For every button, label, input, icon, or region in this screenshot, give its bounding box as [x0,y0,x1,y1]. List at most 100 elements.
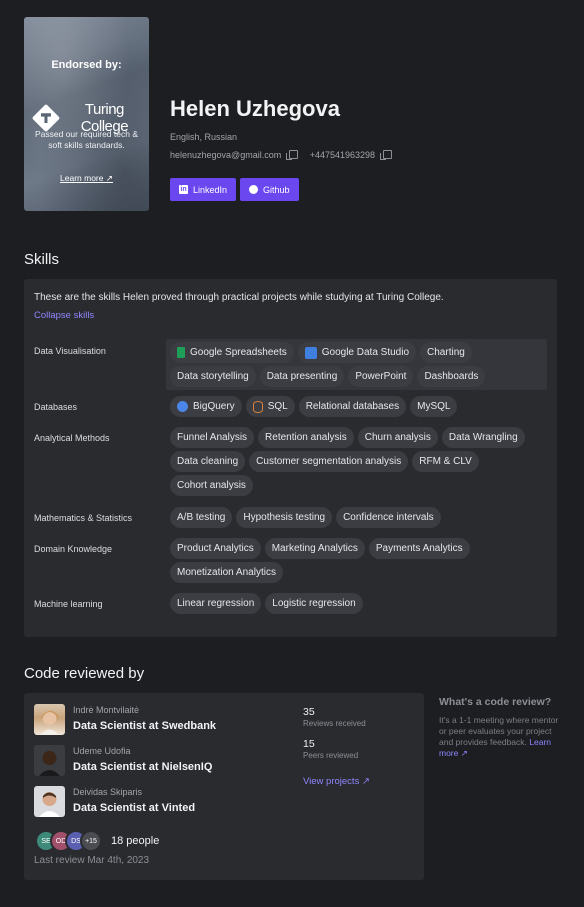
view-projects-link[interactable]: View projects ↗ [303,776,370,787]
skill-row-domain-knowledge: Product Analytics Marketing Analytics Pa… [170,538,550,583]
avatar-image [39,751,60,776]
skill-chip: BigQuery [170,396,242,417]
peers-reviewed-count: 15 [303,738,315,750]
more-avatars-badge: +15 [80,830,102,852]
skill-chip: Charting [420,342,472,363]
google-data-studio-icon [304,346,317,359]
skill-chip: Retention analysis [258,427,354,448]
skill-category-label: Domain Knowledge [34,544,113,554]
linkedin-icon: in [179,185,188,194]
skill-chip: Data cleaning [170,451,246,472]
skill-chip: Data presenting [259,366,345,387]
skill-category-label: Machine learning [34,599,103,609]
bigquery-icon [177,401,188,412]
skill-chip: Churn analysis [357,427,438,448]
reviewer-name: Indrė Montvilaitė [73,705,140,715]
code-review-panel: Indrė Montvilaitė Data Scientist at Swed… [24,693,424,880]
avatar-image [40,710,59,735]
skills-heading: Skills [24,251,60,268]
profile-languages: English, Russian [170,132,238,142]
avatar [34,745,65,776]
skill-row-databases: BigQuery SQL Relational databases MySQL [170,396,550,417]
endorsement-title: Endorsed by: [51,59,122,71]
skill-row-data-visualisation: Google Spreadsheets Google Data Studio C… [166,339,547,390]
skill-chip: Data Wrangling [441,427,525,448]
profile-contact: helenuzhegova@gmail.com +447541963298 [170,150,392,160]
reviews-received-label: Reviews received [303,719,366,728]
skill-chip: PowerPoint [348,366,414,387]
skill-chip: Customer segmentation analysis [249,451,409,472]
reviewer-info: Udeme Udofia Data Scientist at NielsenIQ [73,745,212,773]
skill-chip: Linear regression [170,593,262,614]
reviewer-info: Indrė Montvilaitė Data Scientist at Swed… [73,704,216,732]
skill-chip: Hypothesis testing [236,507,333,528]
skill-chip: Funnel Analysis [170,427,255,448]
skill-chip: Marketing Analytics [264,538,365,559]
code-review-heading: Code reviewed by [24,665,145,682]
code-review-explainer-title: What's a code review? [439,696,552,708]
peers-reviewed-label: Peers reviewed [303,751,359,760]
skill-row-mathematics: A/B testing Hypothesis testing Confidenc… [170,507,550,528]
people-count: 18 people [111,835,160,847]
last-review-date: Last review Mar 4th, 2023 [34,855,150,866]
reviewer-role: Data Scientist at Swedbank [73,720,217,732]
skill-chip: Confidence intervals [336,507,441,528]
linkedin-button[interactable]: in LinkedIn [170,178,237,201]
email-group: helenuzhegova@gmail.com [170,150,298,160]
github-button[interactable]: Github [240,178,299,201]
skill-chip: Data storytelling [170,366,256,387]
skill-chip-label: BigQuery [193,401,235,412]
skill-chip: RFM & CLV [412,451,479,472]
reviews-received-count: 35 [303,706,315,718]
profile-email: helenuzhegova@gmail.com [170,150,282,160]
skill-category-label: Mathematics & Statistics [34,513,133,523]
profile-name: Helen Uzhegova [170,96,340,121]
collapse-skills-link[interactable]: Collapse skills [34,310,94,321]
reviewer-item[interactable]: Udeme Udofia Data Scientist at NielsenIQ [34,745,212,776]
avatar [34,786,65,817]
skill-chip-label: Google Spreadsheets [190,347,287,358]
reviewer-avatar-stack[interactable]: SE OD DS +15 18 people [35,830,159,852]
copy-email-icon[interactable] [285,150,298,160]
linkedin-label: LinkedIn [193,184,228,195]
copy-phone-icon[interactable] [379,150,392,160]
reviewer-role: Data Scientist at NielsenIQ [73,761,213,773]
skill-chip: Dashboards [417,366,486,387]
github-label: Github [263,184,290,195]
avatar-image [39,792,60,817]
endorsement-learn-more-link[interactable]: Learn more ↗ [24,173,149,184]
database-icon [252,400,263,413]
skill-chip: Google Spreadsheets [170,342,294,363]
skill-chip: Cohort analysis [170,475,253,496]
skill-chip: Logistic regression [265,593,363,614]
skills-intro: These are the skills Helen proved throug… [34,292,444,303]
social-buttons: in LinkedIn Github [170,178,299,201]
skill-chip: Payments Analytics [368,538,470,559]
reviewer-info: Deividas Skiparis Data Scientist at Vint… [73,786,195,814]
skill-row-machine-learning: Linear regression Logistic regression [170,593,550,614]
github-icon [249,185,259,194]
skill-chip: Google Data Studio [297,342,417,363]
skill-chip: SQL [245,396,295,417]
reviewer-item[interactable]: Indrė Montvilaitė Data Scientist at Swed… [34,704,216,735]
skill-chip: Relational databases [298,396,407,417]
skill-chip: Product Analytics [170,538,261,559]
skill-row-analytical-methods: Funnel Analysis Retention analysis Churn… [170,427,550,496]
reviewer-name: Deividas Skiparis [73,787,143,797]
skill-category-label: Analytical Methods [34,433,110,443]
reviewer-name: Udeme Udofia [73,746,131,756]
google-sheets-icon [177,347,185,358]
code-review-explainer: It's a 1-1 meeting where mentor or peer … [439,715,559,759]
skill-chip: Monetization Analytics [170,562,283,583]
profile-phone: +447541963298 [309,150,376,160]
reviewer-role: Data Scientist at Vinted [73,802,196,814]
skill-category-label: Data Visualisation [34,346,106,356]
skills-panel: These are the skills Helen proved throug… [24,279,557,637]
endorsement-card: Endorsed by: Turing College Passed our r… [24,17,149,211]
avatar [34,704,65,735]
turing-college-mark-icon [31,103,60,133]
skill-category-label: Databases [34,402,78,412]
skill-chip: A/B testing [170,507,233,528]
endorsement-description: Passed our required tech & soft skills s… [34,129,138,150]
reviewer-item[interactable]: Deividas Skiparis Data Scientist at Vint… [34,786,195,817]
